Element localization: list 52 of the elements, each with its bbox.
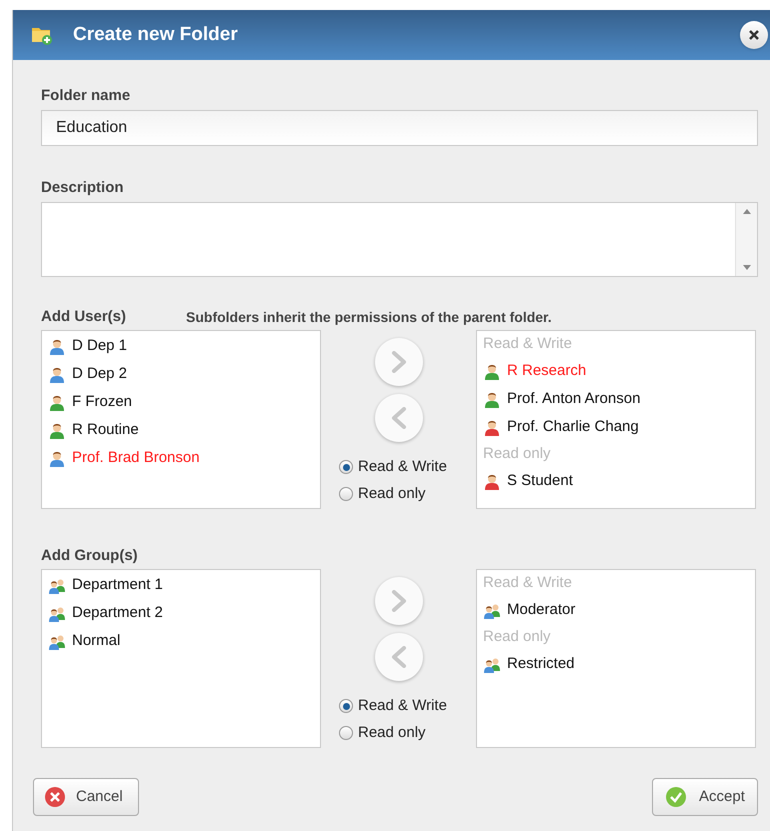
- scroll-down-icon: [742, 265, 750, 270]
- section-label: Add User(s): [41, 306, 126, 326]
- scrollbar[interactable]: [735, 203, 757, 276]
- list-heading: Read & Write: [483, 573, 573, 593]
- radio-label: Read only: [358, 484, 426, 504]
- list-item[interactable]: S Student: [507, 470, 573, 492]
- radio-button[interactable]: [339, 486, 353, 501]
- move-left-button[interactable]: [374, 394, 422, 442]
- list-item[interactable]: D Dep 1: [72, 334, 128, 358]
- list-item[interactable]: R Routine: [72, 418, 139, 442]
- chevron-left-icon: [390, 646, 406, 668]
- list-item[interactable]: Restricted: [507, 652, 575, 676]
- scroll-up-icon: [742, 209, 750, 214]
- close-icon: [748, 29, 760, 41]
- list-item[interactable]: Department 1: [72, 574, 163, 596]
- radio-label: Read & Write: [358, 457, 447, 477]
- close-button[interactable]: [740, 21, 768, 49]
- list-item[interactable]: D Dep 2: [72, 362, 128, 386]
- chevron-left-icon: [390, 407, 406, 429]
- list-item[interactable]: F Frozen: [72, 390, 132, 414]
- list-item[interactable]: Prof. Brad Bronson: [72, 446, 200, 470]
- list-item[interactable]: Department 2: [72, 602, 163, 624]
- radio-label: Read & Write: [358, 696, 447, 716]
- field-label: Description: [41, 179, 125, 197]
- folder-add-icon: [31, 25, 53, 45]
- move-right-button[interactable]: [374, 577, 422, 625]
- chevron-right-icon: [390, 351, 406, 373]
- move-right-button[interactable]: [374, 338, 422, 386]
- list-heading: Read only: [483, 444, 552, 464]
- cancel-icon: [44, 786, 66, 808]
- accept-button[interactable]: Accept: [652, 778, 758, 816]
- chevron-right-icon: [390, 590, 406, 612]
- radio-label: Read only: [358, 722, 426, 742]
- folder-name-field[interactable]: Education: [41, 110, 758, 146]
- radio-button[interactable]: [339, 699, 353, 714]
- list-heading: Read & Write: [483, 334, 573, 354]
- radio-button[interactable]: [339, 460, 353, 474]
- list-item[interactable]: R Research: [507, 360, 586, 382]
- window-title: Create new Folder: [73, 22, 238, 47]
- cancel-button[interactable]: Cancel: [33, 778, 139, 816]
- check-icon: [665, 786, 687, 808]
- list-item[interactable]: Moderator: [507, 598, 576, 622]
- inherit-note: Subfolders inherit the permissions of the parent folder.: [186, 308, 552, 327]
- section-label: Add Group(s): [41, 546, 138, 566]
- move-left-button[interactable]: [374, 633, 422, 681]
- list-item[interactable]: Prof. Anton Aronson: [507, 388, 640, 410]
- description-field[interactable]: [41, 202, 758, 277]
- list-item[interactable]: Prof. Charlie Chang: [507, 416, 639, 438]
- radio-button[interactable]: [339, 726, 353, 740]
- list-heading: Read only: [483, 627, 552, 647]
- list-item[interactable]: Normal: [72, 630, 120, 652]
- field-label: Folder name: [41, 87, 132, 105]
